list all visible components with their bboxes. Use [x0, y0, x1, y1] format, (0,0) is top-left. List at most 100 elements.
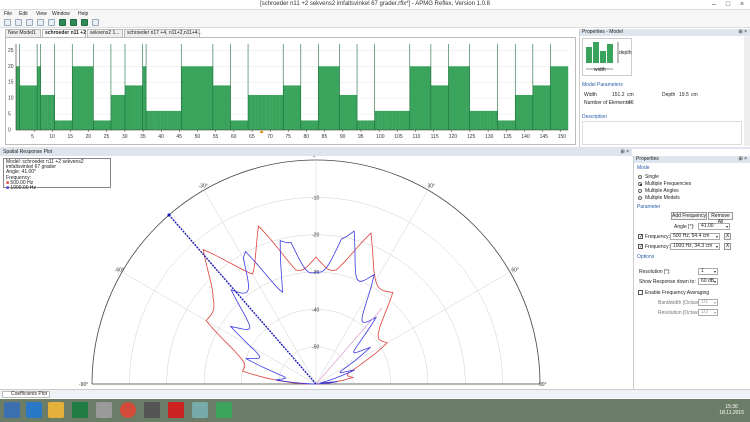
averaging-checkbox[interactable] — [638, 290, 643, 295]
well-bar — [466, 66, 470, 130]
freq2-checkbox[interactable]: ✓ — [638, 244, 643, 250]
model-tool-icon[interactable] — [59, 19, 66, 26]
well-bar — [525, 94, 530, 130]
well-bar — [160, 110, 164, 130]
remove-all-button[interactable]: Remove All — [708, 212, 733, 225]
x-tick-label: 25 — [104, 134, 110, 140]
spatial-response-plot[interactable]: 0° 30° 60° 90° -30° -60° -90° -10 -20 -30 -40 -50 M… — [0, 153, 632, 389]
model-diagram: width depth — [582, 38, 632, 76]
well-bar — [353, 94, 358, 130]
export-tool-icon[interactable] — [92, 19, 99, 26]
add-frequency-button[interactable]: Add Frequency — [671, 212, 707, 220]
depth-label: Depth — [662, 92, 676, 98]
tool-icon[interactable] — [192, 402, 208, 418]
mode-multi-models-radio[interactable] — [638, 196, 642, 200]
x-tick-label: 70 — [267, 134, 273, 140]
chevron-down-icon[interactable]: ▾ — [716, 234, 718, 239]
pin-icon[interactable]: ⊞ × — [739, 29, 748, 36]
well-bar — [490, 110, 495, 130]
chevron-down-icon[interactable]: ▾ — [714, 310, 716, 315]
x-tick-label: 125 — [467, 134, 476, 140]
angle-label: 60° — [511, 268, 519, 274]
freq1-select[interactable]: 500 Hz, 54.4 cm ▾ — [670, 233, 720, 240]
legend-f2: 1000.00 Hz — [10, 185, 36, 192]
table-tool-icon[interactable] — [48, 19, 55, 26]
maximize-icon[interactable]: □ — [722, 0, 734, 9]
image-tool-icon[interactable] — [37, 19, 44, 26]
plot-properties-panel: Properties ⊞ × Mode Single Multiple Freq… — [633, 156, 750, 389]
pointer-tool-icon[interactable] — [4, 19, 11, 26]
mode-single-radio[interactable] — [638, 175, 642, 179]
tab-sekvens2[interactable]: sekvens2 1... — [87, 29, 123, 37]
menu-help[interactable]: Help — [78, 11, 88, 17]
chart-tool-icon[interactable] — [26, 19, 33, 26]
wolf-icon[interactable] — [144, 402, 160, 418]
well-bar — [469, 110, 474, 130]
well-bar — [473, 110, 477, 130]
well-bar — [304, 120, 309, 130]
menu-window[interactable]: Window — [52, 11, 70, 17]
angle-input[interactable]: 41.00 ▾ — [698, 223, 730, 230]
excel-icon[interactable] — [72, 402, 88, 418]
pin-icon[interactable]: ⊞ × — [621, 149, 630, 156]
select-tool-icon[interactable] — [15, 19, 22, 26]
ie-icon[interactable] — [26, 402, 42, 418]
menu-file[interactable]: File — [4, 11, 12, 17]
explorer-icon[interactable] — [48, 402, 64, 418]
freq1-checkbox[interactable]: ✓ — [638, 234, 643, 240]
chrome-icon[interactable] — [120, 402, 136, 418]
response-select[interactable]: 60 dB ▾ — [698, 278, 718, 285]
well-bar — [350, 94, 354, 130]
tab-coefficients-plot[interactable]: Coefficients Plot — [2, 391, 51, 398]
properties-scrollbar[interactable] — [744, 36, 750, 146]
tab-schroeder[interactable]: schroeder n11 +2 — [42, 29, 86, 37]
chevron-down-icon[interactable]: ▾ — [716, 244, 718, 249]
well-bar — [522, 94, 527, 130]
well-bar — [307, 120, 312, 130]
start-icon[interactable] — [4, 402, 20, 418]
resolution-value: 1 — [701, 268, 704, 274]
pin-icon[interactable]: ⊞ × — [739, 156, 748, 163]
resolution-select[interactable]: 1 ▾ — [698, 268, 718, 275]
spinner-icon[interactable]: ▾ — [726, 224, 728, 229]
remove-freq1-button[interactable]: X — [724, 233, 731, 240]
menu-view[interactable]: View — [36, 11, 47, 17]
taskbar: 15:36 18.11.2015 — [0, 399, 750, 422]
close-icon[interactable]: × — [736, 0, 748, 9]
x-tick-label: 115 — [431, 134, 439, 140]
remove-freq2-button[interactable]: X — [724, 243, 731, 250]
chevron-down-icon[interactable]: ▾ — [714, 269, 716, 274]
mode-single-label: Single — [645, 174, 659, 180]
mode-multi-models-label: Multiple Models — [645, 195, 680, 201]
reflex-icon[interactable] — [216, 402, 232, 418]
app-icon[interactable] — [96, 402, 112, 418]
description-field[interactable] — [582, 121, 742, 145]
resolution-octave-select[interactable]: 1/3 ▾ — [698, 309, 718, 316]
well-bar — [223, 85, 228, 130]
menu-edit[interactable]: Edit — [19, 11, 28, 17]
wells-tool-icon[interactable] — [81, 19, 88, 26]
clock[interactable]: 15:36 18.11.2015 — [719, 404, 744, 416]
bandwidth-select[interactable]: 1/1 ▾ — [698, 299, 718, 306]
tab-new-model[interactable]: New Model1 — [5, 29, 41, 37]
well-bar — [114, 94, 119, 130]
b-icon[interactable] — [168, 402, 184, 418]
diffuser-tool-icon[interactable] — [70, 19, 77, 26]
mode-multi-angles-radio[interactable] — [638, 189, 642, 193]
well-bar — [103, 120, 108, 130]
tab-schroeder-n17[interactable]: schroeder n17 +4, n11+2,n11+4... — [124, 29, 202, 37]
chevron-down-icon[interactable]: ▾ — [714, 300, 716, 305]
mode-multi-freq-radio[interactable] — [638, 182, 642, 186]
chevron-down-icon[interactable]: ▾ — [714, 279, 716, 284]
well-bar — [480, 110, 484, 130]
well-bar — [378, 110, 382, 130]
model-view[interactable]: 0 5 10 15 20 25 5 10 15 20 25 30 35 40 45 50 55 60 65 70 75 8… — [5, 37, 576, 145]
well-bar — [290, 85, 294, 130]
elements-value: 46 — [628, 100, 634, 106]
freq2-select[interactable]: 1000 Hz, 34.3 cm ▾ — [670, 243, 720, 250]
x-tick-label: 105 — [394, 134, 403, 140]
x-tick-label: 15 — [67, 134, 73, 140]
well-bar — [448, 66, 453, 130]
angle-label: 90° — [539, 382, 547, 388]
minimize-icon[interactable]: – — [708, 0, 720, 9]
